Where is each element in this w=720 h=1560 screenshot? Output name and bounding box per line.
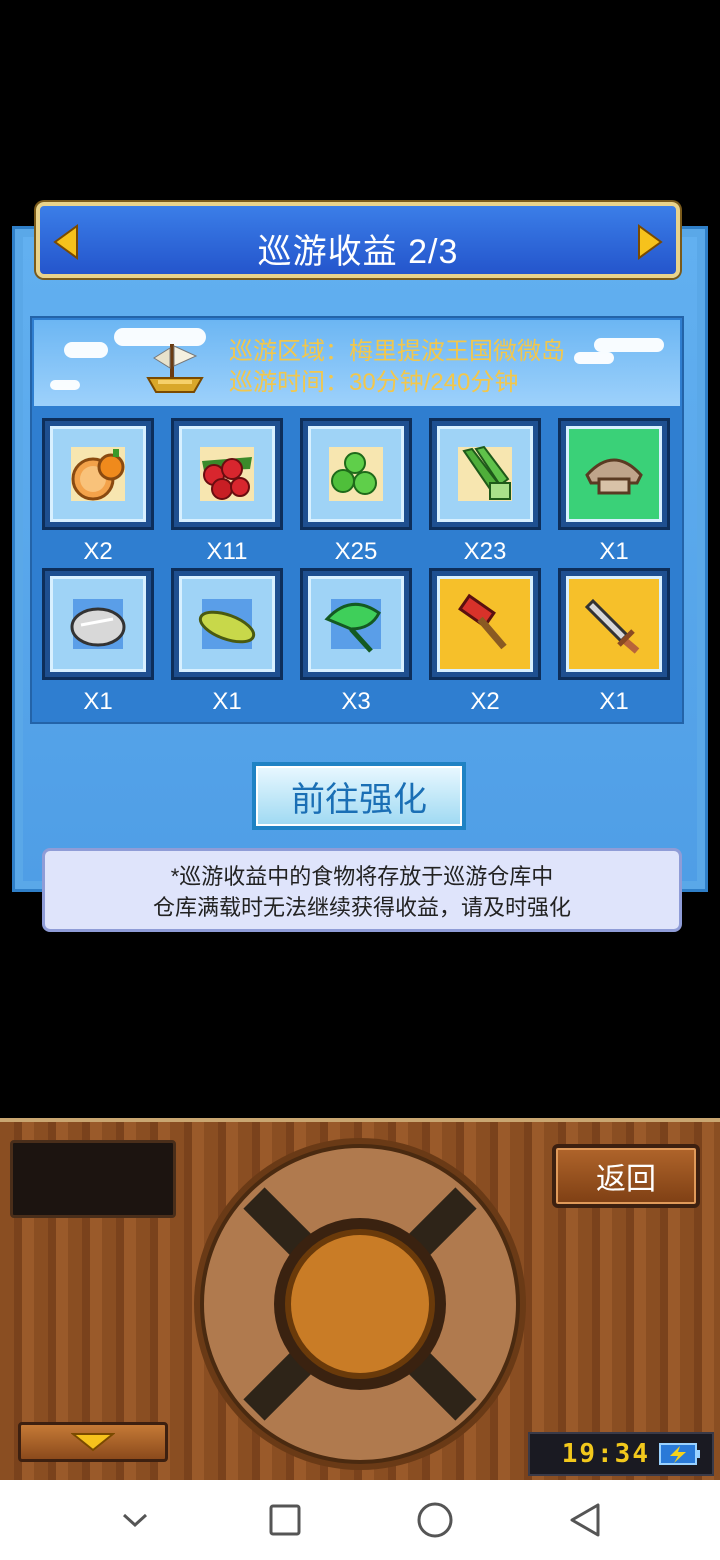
green-beans-icon	[329, 447, 383, 501]
nav-home-button[interactable]	[405, 1490, 465, 1550]
console-display	[10, 1140, 176, 1218]
corn-icon	[198, 599, 256, 649]
rock-icon	[70, 599, 126, 649]
clock-display: 19:34	[528, 1432, 714, 1476]
reward-item[interactable]: X3	[300, 568, 412, 716]
reward-qty: X25	[334, 538, 378, 565]
circle-home-icon	[417, 1502, 453, 1538]
reward-item[interactable]: X23	[429, 418, 541, 566]
square-recents-icon	[269, 1504, 301, 1536]
nav-recents-button[interactable]	[255, 1490, 315, 1550]
reward-item[interactable]: X1	[558, 568, 670, 716]
sword-icon	[584, 598, 640, 654]
cruise-banner: 巡游区域：梅里提波王国微微岛 巡游时间：30分钟/240分钟	[34, 320, 680, 406]
leaf-icon	[324, 599, 381, 653]
go-enhance-button[interactable]: 前往强化	[252, 762, 466, 830]
reward-item[interactable]: X2	[429, 568, 541, 716]
scallion-icon	[458, 445, 512, 501]
nav-back-button[interactable]	[555, 1490, 615, 1550]
storage-notice: *巡游收益中的食物将存放于巡游仓库中 仓库满载时无法继续获得收益，请及时强化	[42, 848, 682, 932]
reward-qty: X1	[212, 688, 242, 715]
reward-item[interactable]: X25	[300, 418, 412, 566]
ship-icon	[146, 344, 204, 393]
reward-qty: X2	[470, 688, 500, 715]
dialog-header: 巡游收益 2/3	[36, 202, 680, 278]
battery-charging-icon	[659, 1443, 700, 1465]
cruise-area-label: 巡游区域：梅里提波王国微微岛	[229, 338, 565, 365]
reward-qty: X1	[599, 688, 629, 715]
next-page-button[interactable]	[630, 220, 670, 264]
reward-item[interactable]: X11	[171, 418, 283, 566]
triangle-back-icon	[570, 1503, 600, 1537]
reward-qty: X3	[341, 688, 371, 715]
orange-icon	[71, 447, 125, 501]
reward-qty: X11	[206, 538, 248, 565]
hammer-icon	[458, 593, 507, 650]
mushroom-icon	[585, 458, 643, 495]
notice-line: 仓库满载时无法继续获得收益，请及时强化	[152, 895, 571, 920]
game-console: 返回 19:34	[0, 1118, 720, 1480]
reward-item[interactable]: X1	[558, 418, 670, 566]
reward-item[interactable]: X1	[171, 568, 283, 716]
clock-time: 19:34	[561, 1439, 650, 1469]
cruise-time-label: 巡游时间：30分钟/240分钟	[229, 369, 519, 396]
dpad-control[interactable]	[192, 1136, 528, 1472]
nav-down-button[interactable]	[105, 1490, 165, 1550]
page-title: 巡游收益 2/3	[257, 233, 459, 271]
reward-qty: X1	[599, 538, 629, 565]
system-navigation-bar	[0, 1480, 720, 1560]
reward-qty: X23	[463, 538, 507, 565]
chevron-down-icon	[122, 1513, 148, 1528]
banner-text: 巡游区域：梅里提波王国微微岛 巡游时间：30分钟/240分钟	[229, 336, 565, 398]
notice-line: *巡游收益中的食物将存放于巡游仓库中	[170, 864, 554, 889]
reward-item[interactable]: X2	[42, 418, 154, 566]
right-arrow-icon	[638, 224, 663, 260]
collapse-button[interactable]	[18, 1422, 168, 1462]
reward-qty: X1	[83, 688, 113, 715]
reward-item[interactable]: X1	[42, 568, 154, 716]
reward-qty: X2	[83, 538, 113, 565]
back-button[interactable]: 返回	[552, 1144, 700, 1208]
berries-icon	[200, 447, 254, 501]
down-arrow-icon	[71, 1433, 115, 1452]
cruise-region-panel: 巡游区域：梅里提波王国微微岛 巡游时间：30分钟/240分钟 X2 X11 X2…	[30, 316, 684, 724]
dpad-center-button	[285, 1229, 435, 1379]
